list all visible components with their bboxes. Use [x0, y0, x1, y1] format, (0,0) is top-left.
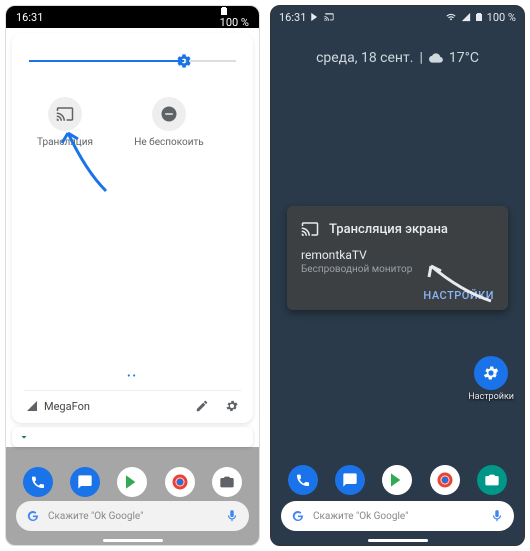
google-g-icon — [26, 509, 40, 523]
google-search-bar[interactable]: Скажите "Ok Google" — [16, 501, 249, 531]
cast-tile[interactable]: Трансляция — [28, 97, 102, 148]
at-a-glance[interactable]: среда, 18 сент. | 17°C — [271, 28, 524, 76]
signal-icon — [26, 400, 38, 412]
play-store-notif-icon — [310, 12, 320, 22]
status-time: 16:31 — [279, 11, 306, 24]
cloud-icon — [429, 51, 443, 65]
edit-button[interactable] — [195, 399, 209, 413]
phone-app-icon[interactable] — [23, 467, 53, 497]
dock — [6, 467, 259, 497]
chevron-down-icon — [18, 431, 30, 443]
cast-notif-icon — [324, 12, 334, 22]
device-subtitle: Беспроводной монитор — [301, 264, 494, 275]
dnd-icon — [160, 105, 178, 123]
phone-quick-settings: 16:31 100 % Трансляция — [5, 5, 260, 546]
cast-title: Трансляция экрана — [329, 222, 448, 237]
settings-button[interactable] — [225, 399, 239, 413]
divider: | — [419, 50, 422, 66]
cast-settings-button[interactable]: НАСТРОЙКИ — [301, 289, 494, 302]
page-indicator: •• — [24, 371, 241, 382]
signal-icon — [461, 12, 471, 22]
cast-label: Трансляция — [37, 137, 93, 148]
play-store-app-icon[interactable] — [382, 465, 412, 495]
panel-footer: MegaFon — [24, 390, 241, 413]
status-battery: 100 % — [220, 6, 249, 29]
quick-settings-panel: Трансляция Не беспокоить •• MegaFon — [12, 33, 253, 423]
search-hint: Скажите "Ok Google" — [313, 511, 408, 522]
chrome-app-icon[interactable] — [430, 465, 460, 495]
settings-shortcut-label: Настройки — [468, 392, 514, 402]
cast-icon — [56, 105, 74, 123]
google-search-bar[interactable]: Скажите "Ok Google" — [281, 501, 514, 531]
phone-cast-dialog: 16:31 100 % среда, 18 сент. | 17°C Транс… — [270, 5, 525, 546]
google-g-icon — [291, 509, 305, 523]
handle-bar[interactable] — [12, 427, 253, 447]
battery-icon — [475, 12, 483, 22]
carrier-label: MegaFon — [44, 400, 90, 413]
mic-icon[interactable] — [225, 509, 239, 523]
status-battery: 100 % — [487, 11, 516, 24]
status-time: 16:31 — [16, 11, 43, 24]
temp-text: 17°C — [449, 50, 479, 66]
date-text: среда, 18 сент. — [316, 50, 413, 66]
dimmed-homescreen: Скажите "Ok Google" — [6, 447, 259, 545]
wifi-icon — [445, 12, 457, 22]
dock — [271, 465, 524, 495]
dnd-tile[interactable]: Не беспокоить — [132, 97, 206, 148]
cast-device-item[interactable]: remontkaTV Беспроводной монитор — [301, 248, 494, 275]
camera-app-icon[interactable] — [477, 465, 507, 495]
mic-icon[interactable] — [490, 509, 504, 523]
phone-app-icon[interactable] — [288, 465, 318, 495]
cast-icon — [301, 220, 319, 238]
status-bar: 16:31 100 % — [271, 6, 524, 28]
brightness-thumb-icon[interactable] — [176, 53, 192, 69]
chrome-app-icon[interactable] — [165, 467, 195, 497]
play-store-app-icon[interactable] — [117, 467, 147, 497]
camera-app-icon[interactable] — [212, 467, 242, 497]
gear-icon — [482, 364, 500, 382]
messages-app-icon[interactable] — [70, 467, 100, 497]
device-name: remontkaTV — [301, 248, 494, 262]
settings-shortcut[interactable]: Настройки — [468, 356, 514, 402]
dnd-label: Не беспокоить — [134, 137, 203, 148]
search-hint: Скажите "Ok Google" — [48, 511, 143, 522]
messages-app-icon[interactable] — [335, 465, 365, 495]
cast-dialog: Трансляция экрана remontkaTV Беспроводно… — [287, 206, 508, 310]
quick-tiles-row: Трансляция Не беспокоить — [24, 91, 241, 154]
brightness-slider[interactable] — [29, 51, 236, 71]
status-bar: 16:31 100 % — [6, 6, 259, 28]
